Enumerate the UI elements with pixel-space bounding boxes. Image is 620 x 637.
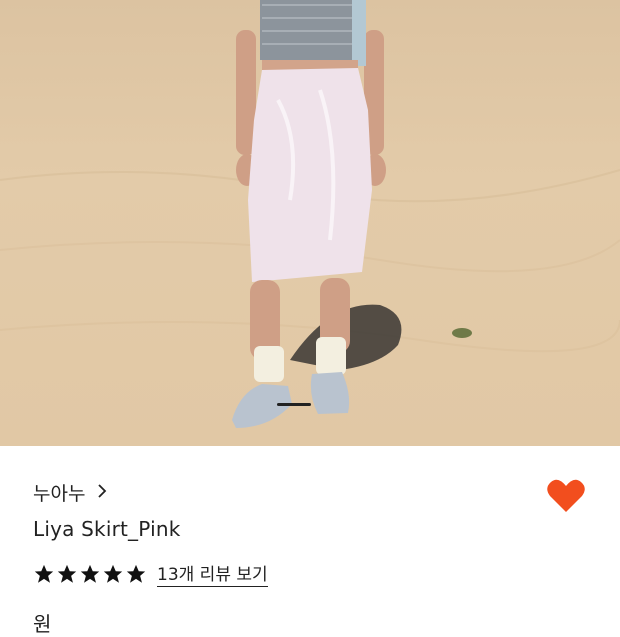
rating-row: 13개 리뷰 보기 <box>33 560 268 587</box>
price: 원 <box>33 612 52 636</box>
carousel-indicator <box>277 403 311 406</box>
product-photo-illustration <box>0 0 620 428</box>
star-icon <box>57 564 77 583</box>
review-link[interactable]: 13개 리뷰 보기 <box>157 560 268 587</box>
star-icon <box>126 564 146 583</box>
product-title: Liya Skirt_Pink <box>33 517 181 541</box>
rating-stars <box>33 563 147 585</box>
favorite-button[interactable] <box>546 478 586 514</box>
brand-name: 누아누 <box>33 483 86 505</box>
chevron-right-icon <box>93 482 111 504</box>
star-icon <box>80 564 100 583</box>
star-icon <box>103 564 123 583</box>
heart-icon <box>547 479 585 512</box>
product-image[interactable] <box>0 0 620 446</box>
star-icon <box>34 564 54 583</box>
brand-link[interactable]: 누아누 <box>33 479 111 506</box>
